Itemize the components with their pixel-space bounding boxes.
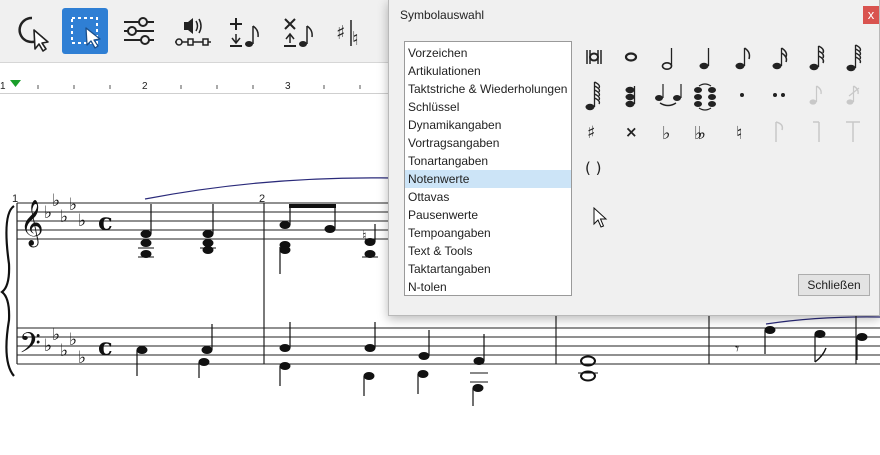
whole-note-icon[interactable]: [614, 40, 648, 74]
category-item[interactable]: Tonartangaben: [405, 152, 571, 170]
symbol-dialog: Symbolauswahl x Vorzeichen Artikulatione…: [388, 0, 880, 316]
chord-tie-icon[interactable]: [688, 78, 722, 112]
pointer-tool-button[interactable]: [8, 8, 54, 54]
category-item[interactable]: Ottavas: [405, 188, 571, 206]
svg-text:♭: ♭: [69, 330, 77, 350]
bass-clef-icon: 𝄢: [19, 327, 41, 367]
svg-text:♭: ♭: [662, 123, 671, 144]
svg-text:♮: ♮: [736, 123, 742, 144]
bass-staff: [17, 327, 880, 365]
svg-text:♯: ♯: [336, 22, 345, 44]
breve-icon[interactable]: [577, 40, 611, 74]
pointer-icon: [18, 16, 49, 52]
measure-number-1: 1: [12, 193, 18, 205]
svg-text:×: ×: [625, 123, 638, 141]
category-item-selected[interactable]: Notenwerte: [405, 170, 571, 188]
category-item[interactable]: Taktartangaben: [405, 260, 571, 278]
double-dot-icon[interactable]: [762, 78, 796, 112]
category-item[interactable]: Pausenwerte: [405, 206, 571, 224]
speaker-slider-icon: [175, 18, 211, 46]
category-item[interactable]: Vorzeichen: [405, 44, 571, 62]
selection-tool-button[interactable]: [62, 8, 108, 54]
category-item[interactable]: Dynamikangaben: [405, 116, 571, 134]
accidental-tool-button[interactable]: ♯ ♮: [330, 8, 376, 54]
svg-text:♮: ♮: [352, 28, 359, 50]
double-sharp-icon[interactable]: ×: [614, 114, 648, 148]
stem-flag-t-icon: [836, 114, 870, 148]
chord-icon[interactable]: [614, 78, 648, 112]
half-note-icon[interactable]: [651, 40, 685, 74]
playback-position-marker-icon[interactable]: [10, 80, 21, 87]
schliessen-button[interactable]: Schließen: [798, 274, 870, 296]
svg-text:♭: ♭: [44, 336, 52, 356]
hundred-twenty-eighth-note-icon[interactable]: [577, 78, 611, 112]
dialog-title: Symbolauswahl: [400, 8, 485, 22]
category-item[interactable]: N-tolen: [405, 278, 571, 296]
delete-note-tool-button[interactable]: [276, 8, 322, 54]
natural-icon[interactable]: ♮: [725, 114, 759, 148]
svg-text:♭: ♭: [52, 325, 60, 345]
svg-text:♭: ♭: [69, 195, 77, 215]
bass-time-signature: c: [98, 332, 113, 361]
sixty-fourth-note-icon[interactable]: [836, 40, 870, 74]
ruler-label-1: 1: [0, 81, 6, 92]
eighth-note-icon[interactable]: [725, 40, 759, 74]
playback-tool-button[interactable]: [170, 8, 216, 54]
svg-text:♭: ♭: [44, 203, 52, 223]
sharp-icon[interactable]: ♯: [577, 114, 611, 148]
svg-text:♭: ♭: [78, 211, 86, 231]
stem-flag-right-icon: [799, 114, 833, 148]
ruler-label-2: 2: [142, 81, 148, 92]
svg-text:♭: ♭: [60, 341, 68, 361]
quarter-note-icon[interactable]: [688, 40, 722, 74]
treble-clef-icon: 𝄞: [20, 200, 44, 248]
tie-icon[interactable]: [651, 78, 685, 112]
grace-note-slashed-icon: [836, 78, 870, 112]
double-flat-icon[interactable]: ♭♭: [688, 114, 722, 148]
slur-treble: [144, 177, 393, 200]
dialog-close-button[interactable]: x: [863, 6, 879, 24]
category-item[interactable]: Schlüssel: [405, 98, 571, 116]
mouse-cursor-icon: [593, 207, 608, 228]
delete-note-icon: [284, 18, 313, 47]
parentheses-icon[interactable]: ( ): [577, 150, 611, 184]
measure-number-2: 2: [259, 193, 265, 205]
treble-key-signature: ♭♭♭♭♭: [44, 191, 86, 231]
svg-text:♮: ♮: [362, 229, 367, 244]
svg-text:♭: ♭: [60, 207, 68, 227]
thirty-second-note-icon[interactable]: [799, 40, 833, 74]
svg-text:♭: ♭: [78, 348, 86, 368]
category-item[interactable]: Vortragsangaben: [405, 134, 571, 152]
category-list[interactable]: Vorzeichen Artikulationen Taktstriche & …: [404, 41, 572, 296]
grace-note-icon: [799, 78, 833, 112]
svg-text:♭♭: ♭♭: [694, 123, 704, 144]
category-item[interactable]: Artikulationen: [405, 62, 571, 80]
svg-text:𝄾: 𝄾: [735, 339, 739, 358]
flat-icon[interactable]: ♭: [651, 114, 685, 148]
treble-time-signature: c: [98, 207, 113, 236]
category-item[interactable]: Tempoangaben: [405, 224, 571, 242]
add-note-tool-button[interactable]: [222, 8, 268, 54]
add-note-icon: [230, 18, 259, 47]
ruler-label-3: 3: [285, 81, 291, 92]
sixteenth-note-icon[interactable]: [762, 40, 796, 74]
stem-flag-up-icon: [762, 114, 796, 148]
mixer-tool-button[interactable]: [116, 8, 162, 54]
dot-icon[interactable]: [725, 78, 759, 112]
slur-bass: [765, 316, 880, 325]
svg-text:♭: ♭: [52, 191, 60, 211]
svg-text:( ): ( ): [585, 159, 601, 177]
selection-rect-icon: [71, 17, 101, 49]
accidental-toggle-icon: ♯ ♮: [336, 20, 359, 50]
svg-text:♯: ♯: [587, 123, 595, 143]
category-item[interactable]: Taktstriche & Wiederholungen: [405, 80, 571, 98]
category-item[interactable]: Text & Tools: [405, 242, 571, 260]
sliders-icon: [124, 17, 154, 45]
grand-staff-brace: [0, 205, 15, 377]
